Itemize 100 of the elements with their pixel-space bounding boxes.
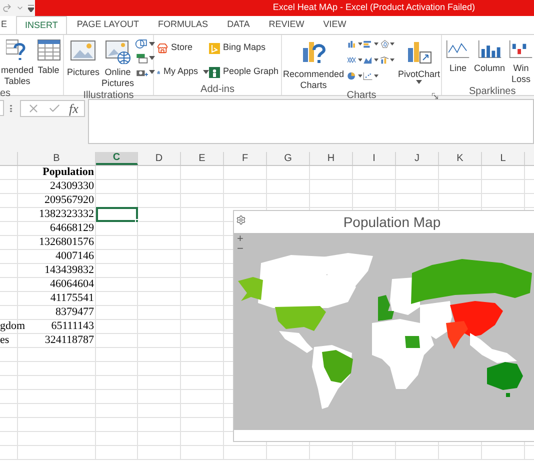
recommended-table-button[interactable]: mended Tables (0, 35, 35, 87)
caret-icon (358, 58, 362, 62)
line-chart-icon (347, 54, 357, 66)
caret-icon (149, 70, 156, 74)
redo-icon[interactable] (2, 3, 12, 13)
group-label: Charts (346, 91, 376, 101)
line-sparkline-icon (446, 38, 470, 60)
table-cell: 65111143 (51, 320, 94, 332)
group-label: Illustrations (83, 90, 134, 101)
sheet-heading-letter[interactable]: L (482, 152, 525, 165)
store-icon (157, 42, 168, 54)
caret-icon (390, 58, 395, 62)
insert-function-button[interactable]: fx (69, 102, 78, 116)
ribbon-tab[interactable]: VIEW (314, 16, 356, 34)
bar-chart-button[interactable] (363, 38, 379, 50)
caret-icon[interactable] (16, 4, 24, 12)
bing-maps-button[interactable]: Bing Maps (209, 41, 281, 55)
scatter-chart-icon (363, 70, 374, 82)
formula-input[interactable] (88, 99, 534, 144)
table-cell: 4007146 (56, 250, 94, 262)
smartart-icon (135, 52, 148, 64)
column-chart-button[interactable] (347, 38, 362, 50)
caret-icon (149, 42, 156, 46)
sheet-heading-letter[interactable]: G (267, 152, 310, 165)
ribbon-tab[interactable]: REVIEW (260, 16, 314, 34)
table-cell: gdom (0, 320, 26, 332)
sheet-heading-letter[interactable]: I (353, 152, 396, 165)
group-label: Add-ins (200, 84, 234, 95)
radar-chart-button[interactable] (380, 38, 395, 50)
people-graph-button[interactable]: People Graph (209, 65, 281, 79)
caret-icon (390, 42, 395, 46)
group-label: Sparklines (469, 86, 516, 97)
scatter-chart-button[interactable] (363, 70, 379, 82)
ribbon-tab[interactable]: INSERT (16, 16, 67, 34)
window-title: Excel Heat MAp - Excel (Product Activation Failed) (272, 1, 475, 14)
table-cell: 46064604 (50, 278, 94, 290)
caret-icon (374, 42, 379, 46)
caret-icon (374, 74, 379, 78)
pie-chart-icon (347, 70, 357, 82)
recommended-charts-button[interactable]: Recommended Charts (282, 35, 346, 91)
combo-chart-icon (380, 54, 390, 66)
chart-title: Population Map (342, 212, 442, 232)
table-cell: 1326801576 (39, 236, 94, 248)
people-graph-icon (209, 66, 220, 78)
sheet-heading-letter[interactable]: F (224, 152, 267, 165)
win-loss-sparkline-button[interactable]: Win Loss (508, 35, 534, 85)
online-pictures-button[interactable]: Online Pictures (100, 35, 136, 89)
smartart-button[interactable] (135, 52, 156, 64)
table-icon (36, 38, 61, 62)
group-label: es (0, 88, 11, 99)
customize-toolbar-icon[interactable] (28, 4, 34, 12)
table-cell: 1382323332 (39, 208, 94, 220)
caret-icon (374, 58, 379, 62)
table-cell: 324118787 (44, 334, 94, 346)
sheet-heading-letter[interactable]: H (310, 152, 353, 165)
zoom-in-button[interactable]: + (237, 234, 244, 244)
ribbon-tab[interactable]: PAGE LAYOUT (68, 16, 148, 34)
shapes-button[interactable] (135, 38, 156, 50)
table-cell: 143439832 (44, 264, 94, 276)
table-cell: 64668129 (50, 222, 94, 234)
pictures-button[interactable]: Pictures (66, 35, 101, 89)
ribbon-tab[interactable]: FORMULAS (149, 16, 218, 34)
zoom-out-button[interactable]: − (237, 244, 244, 254)
line-sparkline-button[interactable]: Line (445, 35, 471, 85)
online-picture-icon (104, 38, 131, 64)
caret-icon (149, 56, 156, 60)
radar-chart-icon (380, 38, 390, 50)
line-chart-button[interactable] (347, 54, 362, 66)
table-button[interactable]: Table (36, 35, 62, 87)
selected-cell[interactable] (96, 207, 138, 222)
store-button[interactable]: Store (157, 41, 209, 55)
sheet-heading-letter[interactable]: D (138, 152, 181, 165)
dialog-launcher-icon[interactable] (432, 93, 438, 99)
pivot-chart-button[interactable]: PivotChart (396, 35, 441, 91)
caret-icon (416, 80, 422, 84)
settings-icon[interactable] (236, 215, 246, 225)
table-cell: 41175541 (50, 292, 94, 304)
sheet-heading-letter[interactable]: C (96, 152, 138, 165)
fill-handle[interactable] (135, 219, 139, 223)
map-chart[interactable]: Population Map + − (233, 210, 534, 442)
combo-chart-button[interactable] (380, 54, 395, 66)
bing-icon (209, 42, 220, 54)
sheet-heading-letter[interactable]: E (181, 152, 224, 165)
caret-icon (203, 70, 209, 74)
column-sparkline-button[interactable]: Column (473, 35, 506, 85)
shapes-icon (135, 38, 148, 50)
bar-chart-icon (363, 38, 374, 50)
column-chart-icon (347, 38, 357, 50)
pie-chart-button[interactable] (347, 70, 362, 82)
table-cell: 24309330 (50, 180, 94, 192)
table-cell: es (0, 334, 10, 346)
ribbon-tab[interactable]: DATA (218, 16, 259, 34)
my-apps-button[interactable]: My Apps (157, 65, 209, 79)
sheet-heading-letter[interactable]: J (396, 152, 439, 165)
sheet-heading-letter[interactable]: K (439, 152, 482, 165)
table-cell: 209567920 (44, 194, 94, 206)
ribbon-tab[interactable]: E (0, 16, 8, 34)
column-sparkline-icon (478, 38, 502, 60)
column-title: Population (42, 166, 94, 178)
table-cell: 8379477 (56, 306, 94, 318)
